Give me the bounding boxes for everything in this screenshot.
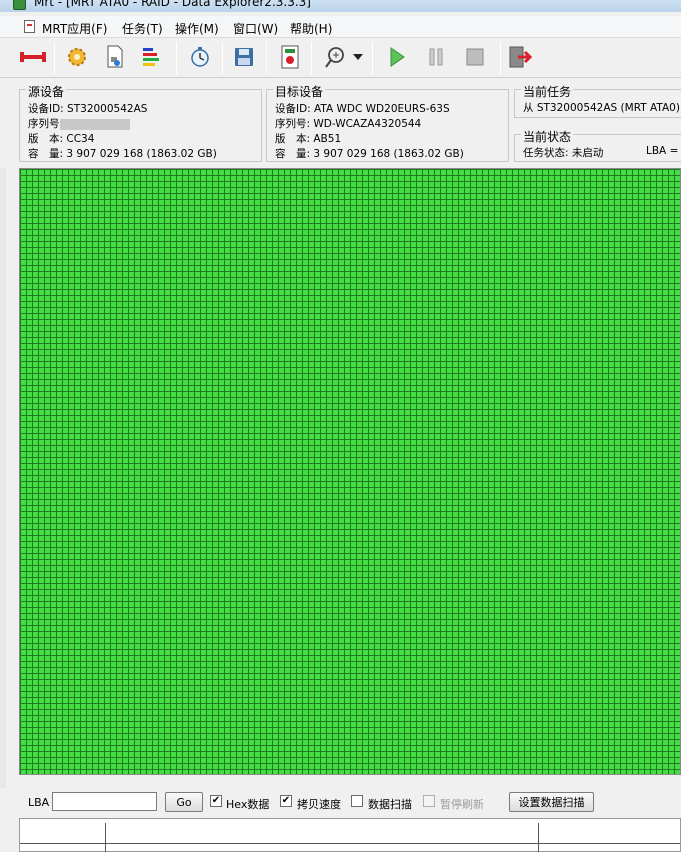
lba-input[interactable] (52, 792, 157, 811)
stop-button[interactable] (461, 43, 489, 71)
lba-label: LBA (28, 796, 50, 809)
app-icon (13, 0, 26, 10)
play-button[interactable] (383, 43, 411, 71)
exit-button[interactable] (506, 43, 534, 71)
target-device-title: 目标设备 (273, 83, 326, 100)
hex-data-label: Hex数据 (226, 798, 270, 811)
data-scan-checkbox[interactable] (351, 795, 363, 807)
current-status-title: 当前状态 (521, 128, 574, 145)
source-serial-label: 序列号 (28, 118, 60, 130)
bottom-control-bar: LBA Go ✔ Hex数据 ✔ 拷贝速度 数据扫描 暂停刷新 设置数据扫描 (0, 787, 681, 817)
current-task-group: 当前任务 从 ST32000542AS (MRT ATA0) 镜 (514, 83, 681, 118)
exit-icon (509, 46, 532, 68)
pause-refresh-label: 暂停刷新 (440, 798, 484, 811)
copy-speed-checkbox[interactable]: ✔ (280, 795, 292, 807)
target-serial: 序列号: WD-WCAZA4320544 (275, 118, 422, 130)
toolbar (0, 38, 681, 78)
document-icon[interactable] (24, 20, 35, 33)
window-title: Mrt - [MRT ATA0 - RAID - Data Explorer2.… (34, 0, 311, 9)
card-button[interactable] (276, 43, 304, 71)
save-button[interactable] (230, 43, 258, 71)
target-capacity: 容 量: 3 907 029 168 (1863.02 GB) (275, 148, 464, 160)
target-device-group: 目标设备 设备ID: ATA WDC WD20EURS-63S 序列号: WD-… (266, 83, 509, 162)
source-serial-redacted (59, 118, 130, 130)
timer-icon (191, 47, 209, 67)
sector-block-grid[interactable] (19, 168, 681, 775)
probe-icon (325, 47, 344, 68)
connect-icon (20, 52, 46, 62)
connect-button[interactable] (19, 43, 47, 71)
current-status-group: 当前状态 任务状态: 未启动 LBA = ( (514, 128, 681, 162)
copy-speed-label: 拷贝速度 (297, 798, 341, 811)
settings-icon (68, 48, 86, 66)
title-bar: Mrt - [MRT ATA0 - RAID - Data Explorer2.… (0, 0, 681, 12)
menu-bar: MRT应用(F) 任务(T) 操作(M) 窗口(W) 帮助(H) (0, 16, 681, 38)
dropdown-icon (353, 54, 363, 60)
go-button[interactable]: Go (165, 792, 203, 812)
settings-button[interactable] (63, 43, 91, 71)
source-device-id: 设备ID: ST32000542AS (28, 103, 148, 115)
play-icon (390, 47, 405, 67)
color-bars-button[interactable] (137, 43, 165, 71)
set-data-scan-button[interactable]: 设置数据扫描 (509, 792, 594, 812)
source-serial: 序列号 (28, 116, 130, 131)
info-area: 源设备 设备ID: ST32000542AS 序列号 版 本: CC34 容 量… (0, 80, 681, 166)
current-task-text: 从 ST32000542AS (MRT ATA0) 镜 (523, 102, 681, 114)
bottom-table-panel (19, 818, 681, 852)
file-icon (107, 45, 123, 68)
probe-dropdown-button[interactable] (350, 43, 366, 71)
probe-button[interactable] (321, 43, 349, 71)
target-device-id: 设备ID: ATA WDC WD20EURS-63S (275, 103, 450, 115)
source-version: 版 本: CC34 (28, 133, 95, 145)
lba-status-text: LBA = ( (646, 145, 681, 157)
pause-button[interactable] (422, 43, 450, 71)
left-edge (0, 168, 6, 788)
stop-icon (466, 48, 484, 66)
pause-refresh-checkbox[interactable] (423, 795, 435, 807)
source-device-title: 源设备 (26, 83, 67, 100)
menu-window[interactable]: 窗口(W) (233, 20, 278, 37)
menu-task[interactable]: 任务(T) (122, 20, 163, 37)
menu-operation[interactable]: 操作(M) (175, 20, 219, 37)
target-version: 版 本: AB51 (275, 133, 342, 145)
color-bars-icon (143, 48, 159, 66)
hex-data-checkbox[interactable]: ✔ (210, 795, 222, 807)
timer-button[interactable] (186, 43, 214, 71)
file-button[interactable] (101, 43, 129, 71)
source-device-group: 源设备 设备ID: ST32000542AS 序列号 版 本: CC34 容 量… (19, 83, 262, 162)
menu-mrt-app[interactable]: MRT应用(F) (42, 20, 107, 37)
card-icon (281, 45, 299, 69)
task-status-text: 任务状态: 未启动 (523, 147, 604, 159)
current-task-title: 当前任务 (521, 83, 574, 100)
save-icon (235, 48, 253, 66)
menu-help[interactable]: 帮助(H) (290, 20, 332, 37)
pause-icon (429, 48, 443, 66)
source-capacity: 容 量: 3 907 029 168 (1863.02 GB) (28, 148, 217, 160)
data-scan-label: 数据扫描 (368, 798, 412, 811)
